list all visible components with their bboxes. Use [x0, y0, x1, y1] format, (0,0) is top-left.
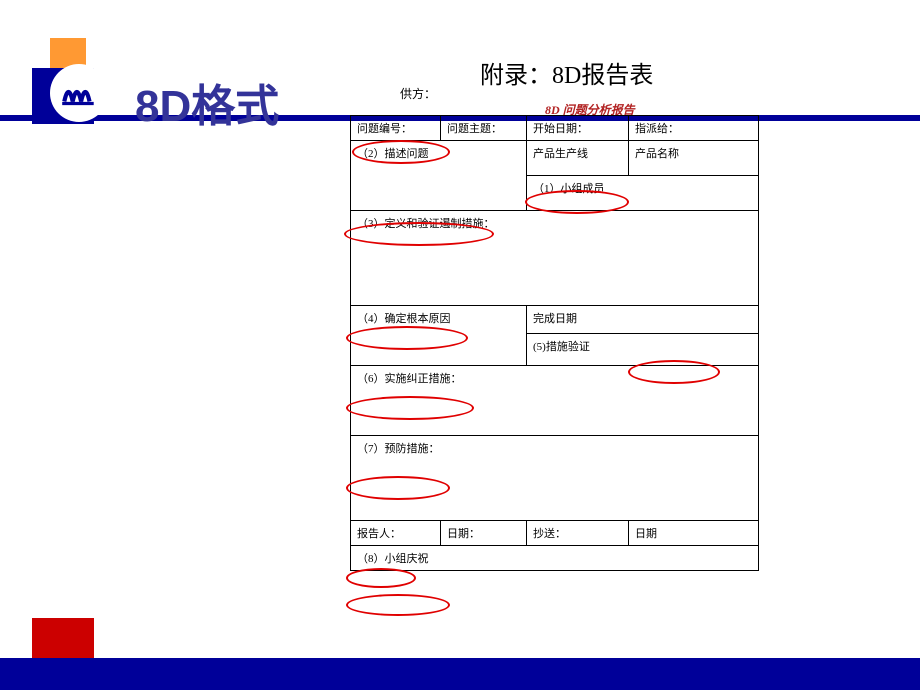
cell-product-line: 产品生产线	[527, 141, 629, 176]
cell-d3-containment: （3）定义和验证遏制措施：	[351, 211, 759, 306]
cell-assigned-to: 指派给：	[629, 116, 759, 141]
bottom-red-accent	[32, 618, 94, 658]
8d-form-table: 问题编号： 问题主题： 开始日期： 指派给： （2）描述问题 产品生产线 产品名…	[350, 115, 759, 571]
highlight-reporter	[346, 568, 416, 588]
cell-date2: 日期	[629, 521, 759, 546]
cell-d1-team: （1）小组成员	[527, 176, 759, 211]
bottom-bar	[0, 658, 920, 690]
cell-reporter: 报告人：	[351, 521, 441, 546]
cell-problem-subject: 问题主题：	[441, 116, 527, 141]
cell-completion-date: 完成日期	[527, 306, 759, 334]
cell-d6-corrective: （6）实施纠正措施：	[351, 366, 759, 436]
cell-d2-describe: （2）描述问题	[351, 141, 527, 211]
slide-title: 8D格式	[135, 70, 279, 134]
logo-circle	[50, 64, 108, 122]
cell-d4-rootcause: （4）确定根本原因	[351, 306, 527, 366]
cell-d7-preventive: （7）预防措施：	[351, 436, 759, 521]
cell-problem-id: 问题编号：	[351, 116, 441, 141]
wave-logo-icon	[58, 72, 100, 114]
cell-cc: 抄送：	[527, 521, 629, 546]
cell-product-name: 产品名称	[629, 141, 759, 176]
supplier-label: 供方：	[400, 85, 436, 102]
highlight-d8	[346, 594, 450, 616]
cell-d8-celebrate: （8）小组庆祝	[351, 546, 759, 571]
cell-start-date: 开始日期：	[527, 116, 629, 141]
cell-d5-verify: (5)措施验证	[527, 334, 759, 366]
cell-date1: 日期：	[441, 521, 527, 546]
appendix-title: 附录：8D报告表	[480, 55, 653, 90]
